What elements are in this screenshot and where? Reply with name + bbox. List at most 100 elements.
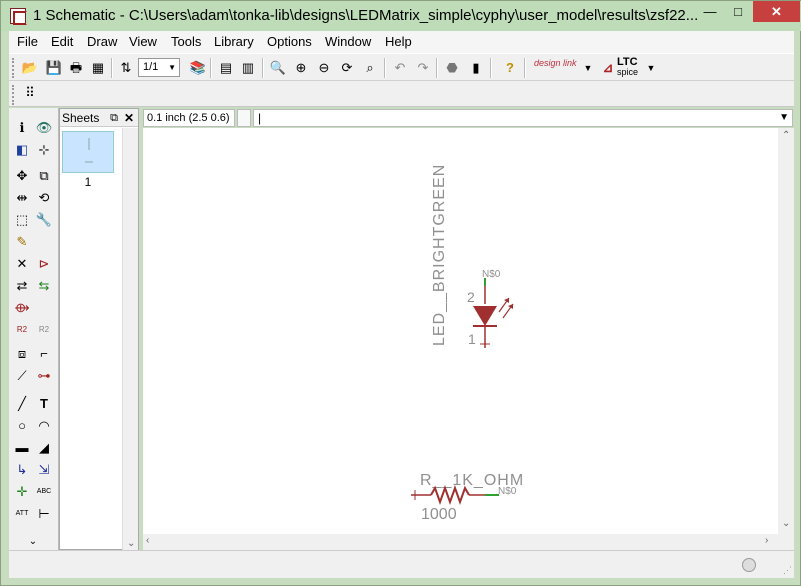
zoom-fit-icon[interactable]: 🔍 — [269, 59, 287, 77]
grid-icon[interactable]: ⠿ — [21, 84, 39, 102]
sheet-select[interactable]: 1/1 — [138, 58, 180, 77]
designlink-icon[interactable]: design link — [534, 59, 582, 77]
gateswap-icon[interactable]: ⇆ — [34, 276, 54, 296]
scroll-down-icon[interactable]: ⌄ — [782, 518, 790, 529]
scroll-up-icon[interactable]: ⌃ — [782, 130, 790, 141]
schematic-canvas[interactable]: LED__BRIGHTGREEN N$0 2 1 R__1K_OHM N$0 1… — [143, 128, 778, 534]
menu-options[interactable]: Options — [267, 34, 312, 49]
toolbar-grip[interactable] — [12, 85, 15, 105]
resistor-value[interactable]: 1000 — [421, 506, 457, 523]
rectangle-icon[interactable]: ▬ — [12, 438, 32, 458]
scroll-down-icon[interactable]: ⌄ — [127, 538, 135, 549]
board-switch-icon[interactable]: ⇅ — [117, 59, 135, 77]
junction-icon[interactable]: ✛ — [12, 482, 32, 502]
print-icon[interactable]: 🖶 — [67, 59, 85, 77]
circle-icon[interactable]: ○ — [12, 416, 32, 436]
resistor-zigzag[interactable] — [430, 485, 470, 505]
eagle-app-icon[interactable] — [10, 8, 27, 25]
smash-icon[interactable]: ⧈ — [12, 344, 32, 364]
value-icon[interactable]: R2 — [34, 320, 54, 340]
resistor-net-label[interactable]: N$0 — [498, 486, 517, 497]
attribute-icon[interactable]: ATT — [12, 504, 32, 524]
net-icon[interactable]: ↳ — [12, 460, 32, 480]
schematic-drawing[interactable]: LED__BRIGHTGREEN N$0 2 1 R__1K_OHM N$0 1… — [143, 128, 778, 534]
info-icon[interactable]: ℹ — [12, 118, 32, 138]
undo-icon[interactable]: ↶ — [391, 59, 409, 77]
menu-edit[interactable]: Edit — [51, 34, 73, 49]
arc-icon[interactable]: ◠ — [34, 416, 54, 436]
scroll-right-icon[interactable]: › — [765, 535, 768, 546]
move-icon[interactable]: ✥ — [12, 166, 32, 186]
rotate-icon[interactable]: ⟲ — [34, 188, 54, 208]
delete-icon[interactable]: ✕ — [12, 254, 32, 274]
ulp-icon[interactable]: ▥ — [239, 59, 257, 77]
cam-processor-icon[interactable]: ▦ — [89, 59, 107, 77]
script-icon[interactable]: ▤ — [217, 59, 235, 77]
dimension-icon[interactable]: ⊢ — [34, 504, 54, 524]
menu-tools[interactable]: Tools — [171, 34, 201, 49]
replace-icon[interactable]: ⟴ — [12, 298, 32, 318]
command-toolbar: ℹ 👁 ◧ ⊹ ✥ ⧉ ⇹ ⟲ ⬚ 🔧 ✎ ✕ ⊳ ⇄ ⇆ ⟴ R2 R2 ⧈ … — [9, 108, 59, 550]
undock-icon[interactable]: ⧉ — [110, 109, 118, 127]
chevron-down-icon[interactable]: ▼ — [646, 59, 656, 77]
zoom-select-icon[interactable]: ⌕ — [361, 59, 379, 77]
mark-icon[interactable]: ⊹ — [34, 140, 54, 160]
chevron-down-icon[interactable]: ▼ — [779, 110, 789, 126]
display-layers-icon[interactable]: ◧ — [12, 140, 32, 160]
vertical-scrollbar[interactable]: ⌃ ⌄ — [778, 128, 794, 534]
add-part-icon[interactable]: ⊳ — [34, 254, 54, 274]
invoke-icon[interactable]: ⊶ — [34, 366, 54, 386]
stop-icon[interactable]: ⬣ — [443, 59, 461, 77]
close-button[interactable]: ✕ — [753, 1, 800, 22]
sheets-scrollbar[interactable]: ⌄ — [122, 128, 138, 550]
help-icon[interactable]: ? — [501, 59, 519, 77]
go-icon[interactable]: ▮ — [467, 59, 485, 77]
show-icon[interactable]: 👁 — [34, 118, 54, 138]
led-net-label[interactable]: N$0 — [482, 269, 501, 280]
minimize-button[interactable]: — — [696, 1, 724, 22]
use-library-icon[interactable]: 📚 — [189, 59, 207, 77]
zoom-redraw-icon[interactable]: ⟳ — [338, 59, 356, 77]
group-icon[interactable]: ⬚ — [12, 210, 32, 230]
polygon-icon[interactable]: ◢ — [34, 438, 54, 458]
bus-icon[interactable]: ⇲ — [34, 460, 54, 480]
menu-file[interactable]: File — [17, 34, 38, 49]
miter-icon[interactable]: ⌐ — [34, 344, 54, 364]
open-icon[interactable]: 📂 — [21, 59, 39, 77]
more-tools-icon[interactable]: ⌄ — [23, 532, 43, 552]
save-icon[interactable]: 💾 — [45, 59, 63, 77]
led-part-name[interactable]: LED__BRIGHTGREEN — [431, 164, 448, 346]
label-icon[interactable]: ABC — [34, 482, 54, 502]
menu-library[interactable]: Library — [214, 34, 254, 49]
name-icon[interactable]: R2 — [12, 320, 32, 340]
change-icon[interactable]: 🔧 — [34, 210, 54, 230]
parameter-toolbar: ⠿ — [9, 81, 794, 107]
scroll-left-icon[interactable]: ‹ — [146, 535, 149, 546]
ltspice-logo-icon[interactable]: ⊿ — [599, 59, 617, 77]
command-line-input[interactable]: | ▼ — [253, 109, 793, 127]
paste-icon[interactable]: ✎ — [12, 232, 32, 252]
text-icon[interactable]: T — [34, 394, 54, 414]
copy-icon[interactable]: ⧉ — [34, 166, 54, 186]
split-icon[interactable]: ⟋ — [12, 366, 32, 386]
menu-view[interactable]: View — [129, 34, 157, 49]
title-bar[interactable]: 1 Schematic - C:\Users\adam\tonka-lib\de… — [1, 1, 801, 31]
sheet-thumbnail[interactable] — [62, 131, 114, 173]
zoom-in-icon[interactable]: ⊕ — [292, 59, 310, 77]
zoom-out-icon[interactable]: ⊖ — [315, 59, 333, 77]
menu-help[interactable]: Help — [385, 34, 412, 49]
wire-icon[interactable]: ╱ — [12, 394, 32, 414]
horizontal-scrollbar[interactable]: ‹ › — [143, 534, 794, 550]
redo-icon[interactable]: ↷ — [414, 59, 432, 77]
maximize-button[interactable]: □ — [725, 1, 751, 22]
led-triangle[interactable] — [473, 306, 497, 326]
resize-grip-icon[interactable]: ⋰ — [783, 565, 792, 576]
pinswap-icon[interactable]: ⇄ — [12, 276, 32, 296]
status-indicator-icon[interactable] — [742, 558, 756, 572]
menu-draw[interactable]: Draw — [87, 34, 117, 49]
close-icon[interactable]: ✕ — [124, 109, 134, 127]
chevron-down-icon[interactable]: ▼ — [583, 59, 593, 77]
menu-window[interactable]: Window — [325, 34, 371, 49]
mirror-icon[interactable]: ⇹ — [12, 188, 32, 208]
toolbar-grip[interactable] — [12, 58, 15, 78]
